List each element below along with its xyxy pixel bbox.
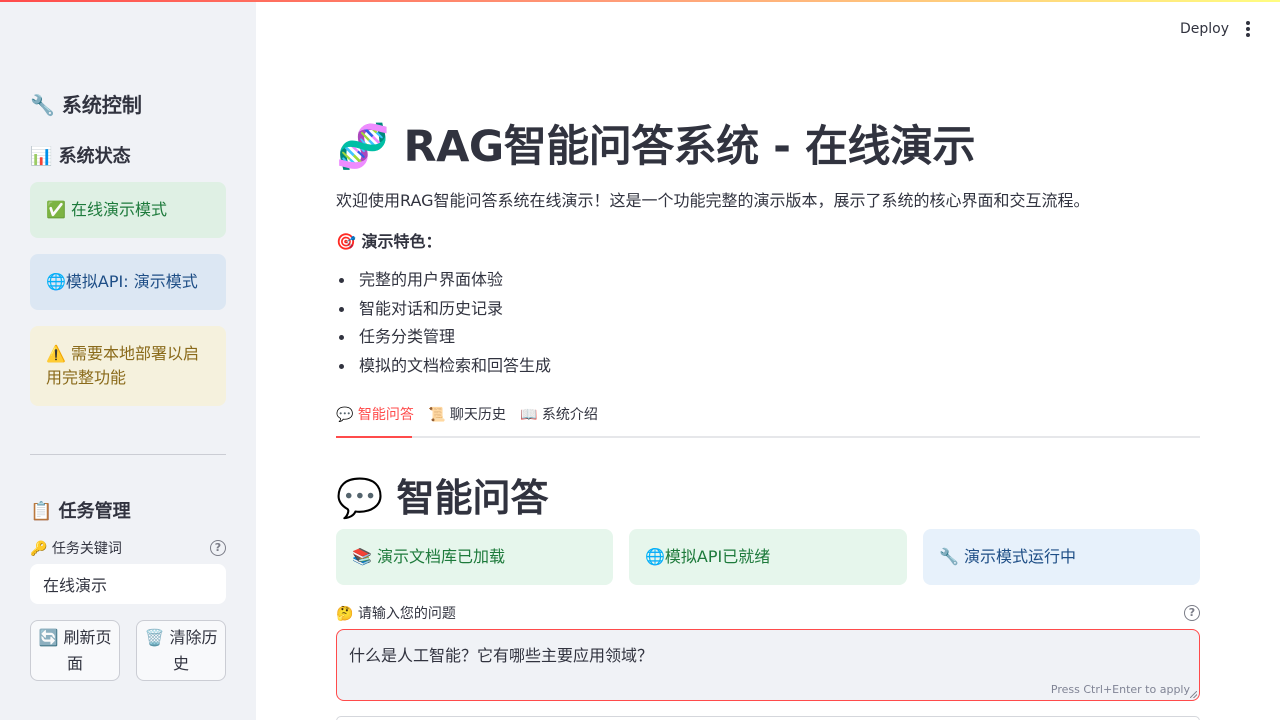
question-text: 什么是人工智能？它有哪些主要应用领域？ [349,646,654,665]
system-status-heading: 📊 系统状态 [30,146,131,167]
question-textarea[interactable]: 什么是人工智能？它有哪些主要应用领域？ Press Ctrl+Enter to … [336,629,1200,701]
resize-handle-icon[interactable] [1190,691,1197,698]
question-label: 🤔 请输入您的问题 [336,606,456,622]
top-decoration-bar [0,0,1280,2]
tab-chat-history[interactable]: 📜 聊天历史 [428,404,506,438]
task-keyword-label: 🔑 任务关键词 [30,541,122,557]
clear-history-button[interactable]: 🗑️ 清除历史 [136,620,226,681]
list-item: 任务分类管理 [336,323,551,352]
refresh-page-button[interactable]: 🔄 刷新页面 [30,620,120,681]
sidebar-title: 🔧 系统控制 [30,93,142,117]
status-card-mode: 🔧 演示模式运行中 [923,529,1200,585]
more-vertical-icon[interactable] [1240,20,1256,40]
deploy-button[interactable]: Deploy [1170,19,1239,39]
task-keyword-input[interactable] [30,564,226,604]
intro-text: 欢迎使用RAG智能问答系统在线演示！这是一个功能完整的演示版本，展示了系统的核心… [336,191,1090,210]
status-card-api: 🌐模拟API已就绪 [629,529,907,585]
sidebar: 🔧 系统控制 📊 系统状态 ✅ 在线演示模式 🌐模拟API: 演示模式 ⚠️ 需… [0,0,256,720]
status-card-docs: 📚 演示文档库已加载 [336,529,613,585]
apply-hint: Press Ctrl+Enter to apply [1050,683,1190,696]
list-item: 智能对话和历史记录 [336,295,551,324]
tab-smart-qa[interactable]: 💬 智能问答 [336,404,414,438]
list-item: 模拟的文档检索和回答生成 [336,352,551,381]
tab-system-intro[interactable]: 📖 系统介绍 [520,404,598,438]
task-management-heading: 📋 任务管理 [30,501,131,522]
list-item: 完整的用户界面体验 [336,266,551,295]
section-title: 💬 智能问答 [336,476,549,520]
next-element-edge [336,716,1200,720]
tab-bar: 💬 智能问答 📜 聊天历史 📖 系统介绍 [336,404,1200,438]
help-icon[interactable]: ? [210,540,226,556]
status-alert-api: 🌐模拟API: 演示模式 [30,254,226,310]
page-title: 🧬 RAG智能问答系统 - 在线演示 [336,122,975,172]
features-heading: 🎯 演示特色： [336,232,442,251]
status-alert-warning: ⚠️ 需要本地部署以启用完整功能 [30,326,226,406]
sidebar-divider [30,454,226,455]
features-list: 完整的用户界面体验 智能对话和历史记录 任务分类管理 模拟的文档检索和回答生成 [336,266,551,380]
help-icon[interactable]: ? [1184,605,1200,621]
status-alert-online: ✅ 在线演示模式 [30,182,226,238]
